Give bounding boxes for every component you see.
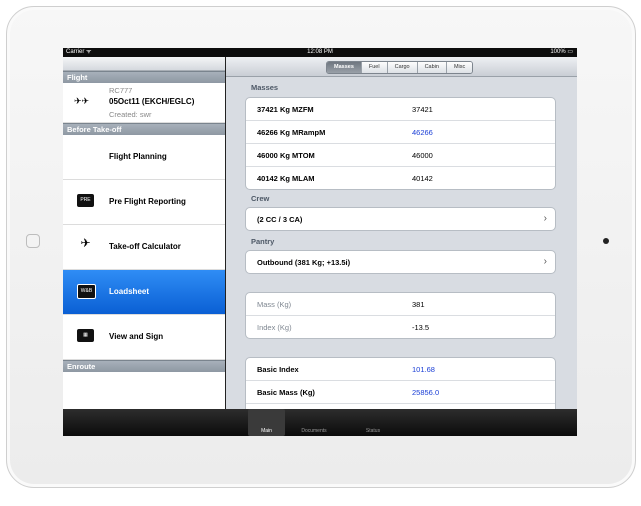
row-key: Basic Mass (Kg)	[257, 388, 315, 397]
flight-created: Created: swr	[109, 110, 152, 119]
table-icon: ▦	[77, 329, 94, 342]
tab-bar: Main Documents Status	[63, 409, 577, 436]
chevron-right-icon: ›	[543, 213, 547, 224]
chevron-right-icon: ›	[543, 256, 547, 267]
plane-icons: ✈✈	[74, 96, 90, 106]
pantry-group-label: Pantry	[251, 237, 275, 246]
row-value: 46266	[412, 128, 433, 137]
segment-misc[interactable]: Misc	[445, 62, 473, 73]
row-key: 40142 Kg MLAM	[257, 174, 315, 183]
status-bar: Carrier ᯤ 12:08 PM 100% ▭	[63, 48, 577, 57]
flight-route: 05Oct11 (EKCH/EGLC)	[109, 97, 195, 106]
segment-cabin[interactable]: Cabin	[416, 62, 446, 73]
table-row[interactable]: 40142 Kg MLAM 40142	[246, 167, 555, 189]
pantry-value: Outbound (381 Kg; +13.5i)	[257, 258, 351, 267]
table-row[interactable]: Basic Index 101.68	[246, 358, 555, 381]
row-value: 40142	[412, 174, 433, 183]
crew-group-label: Crew	[251, 194, 270, 203]
masses-group-label: Masses	[251, 83, 279, 92]
crew-group: (2 CC / 3 CA) ›	[245, 207, 556, 231]
table-row: Index (Kg) -13.5	[246, 316, 555, 338]
sidebar-item-takeoff-calculator[interactable]: ✈ Take-off Calculator	[63, 225, 225, 270]
pantry-row[interactable]: Outbound (381 Kg; +13.5i) ›	[246, 251, 555, 273]
camera-dot	[603, 238, 609, 244]
sidebar-item-pre-flight-reporting[interactable]: PRE Pre Flight Reporting	[63, 180, 225, 225]
sidebar-item-label: Pre Flight Reporting	[109, 197, 186, 206]
table-row[interactable]: Basic Mass (Kg) 25856.0	[246, 381, 555, 404]
table-row[interactable]: 46266 Kg MRampM 46266	[246, 121, 555, 144]
sidebar-toolbar	[63, 57, 225, 71]
crew-value: (2 CC / 3 CA)	[257, 215, 303, 224]
row-key: 46000 Kg MTOM	[257, 151, 315, 160]
masses-group: 37421 Kg MZFM 37421 46266 Kg MRampM 4626…	[245, 97, 556, 190]
sidebar-item-label: Loadsheet	[109, 287, 150, 296]
screen: Carrier ᯤ 12:08 PM 100% ▭ Flight ✈✈ RC77…	[63, 48, 577, 436]
main-panel: Masses Fuel Cargo Cabin Misc Masses 3742…	[226, 57, 577, 409]
sidebar-item-label: Flight Planning	[109, 152, 167, 161]
basic-group: Basic Index 101.68 Basic Mass (Kg) 25856…	[245, 357, 556, 409]
row-key: Basic Index	[257, 365, 299, 374]
sidebar-item-label: View and Sign	[109, 332, 164, 341]
pantry-detail-group: Mass (Kg) 381 Index (Kg) -13.5	[245, 292, 556, 339]
tab-status[interactable]: Status	[353, 409, 393, 436]
tab-documents[interactable]: Documents	[289, 409, 339, 436]
segment-fuel[interactable]: Fuel	[360, 62, 387, 73]
row-key: Index (Kg)	[257, 323, 292, 332]
table-row[interactable]: 37421 Kg MZFM 37421	[246, 98, 555, 121]
row-value: 25856.0	[412, 388, 440, 397]
row-value: 101.68	[412, 365, 435, 374]
row-key: Mass (Kg)	[257, 300, 292, 309]
section-header-flight: Flight	[63, 71, 225, 83]
row-value: 37421	[412, 105, 433, 114]
sidebar-item-view-and-sign[interactable]: ▦ View and Sign	[63, 315, 225, 360]
sidebar-item-label: Take-off Calculator	[109, 242, 181, 251]
sidebar-item-loadsheet[interactable]: W&B Loadsheet	[63, 270, 225, 315]
row-key: 46266 Kg MRampM	[257, 128, 326, 137]
segmented-control: Masses Fuel Cargo Cabin Misc	[326, 61, 474, 74]
pre-icon: PRE	[77, 194, 94, 207]
segment-masses[interactable]: Masses	[327, 62, 361, 73]
clock: 12:08 PM	[307, 49, 333, 55]
row-value: -13.5	[412, 323, 430, 332]
battery-indicator: 100% ▭	[550, 49, 573, 55]
plane-icon: ✈	[80, 236, 91, 250]
row-key: 37421 Kg MZFM	[257, 105, 314, 114]
segment-cargo[interactable]: Cargo	[386, 62, 417, 73]
flight-number: RC777	[109, 86, 133, 95]
table-row: Mass (Kg) 381	[246, 293, 555, 316]
row-value: 46000	[412, 151, 433, 160]
crew-row[interactable]: (2 CC / 3 CA) ›	[246, 208, 555, 230]
sidebar-item-flight-planning[interactable]: Flight Planning	[63, 135, 225, 180]
flight-cell[interactable]: ✈✈ RC777 05Oct11 (EKCH/EGLC) Created: sw…	[63, 83, 225, 123]
table-row[interactable]: 46000 Kg MTOM 46000	[246, 144, 555, 167]
section-header-enroute: Enroute	[63, 360, 225, 372]
weight-balance-icon: W&B	[77, 284, 96, 299]
tab-main[interactable]: Main	[248, 409, 285, 436]
pantry-group: Outbound (381 Kg; +13.5i) ›	[245, 250, 556, 274]
section-header-before-takeoff: Before Take-off	[63, 123, 225, 135]
sidebar: Flight ✈✈ RC777 05Oct11 (EKCH/EGLC) Crea…	[63, 57, 225, 409]
home-button[interactable]	[26, 234, 40, 248]
row-value: 381	[412, 300, 425, 309]
segment-toolbar: Masses Fuel Cargo Cabin Misc	[226, 57, 577, 77]
